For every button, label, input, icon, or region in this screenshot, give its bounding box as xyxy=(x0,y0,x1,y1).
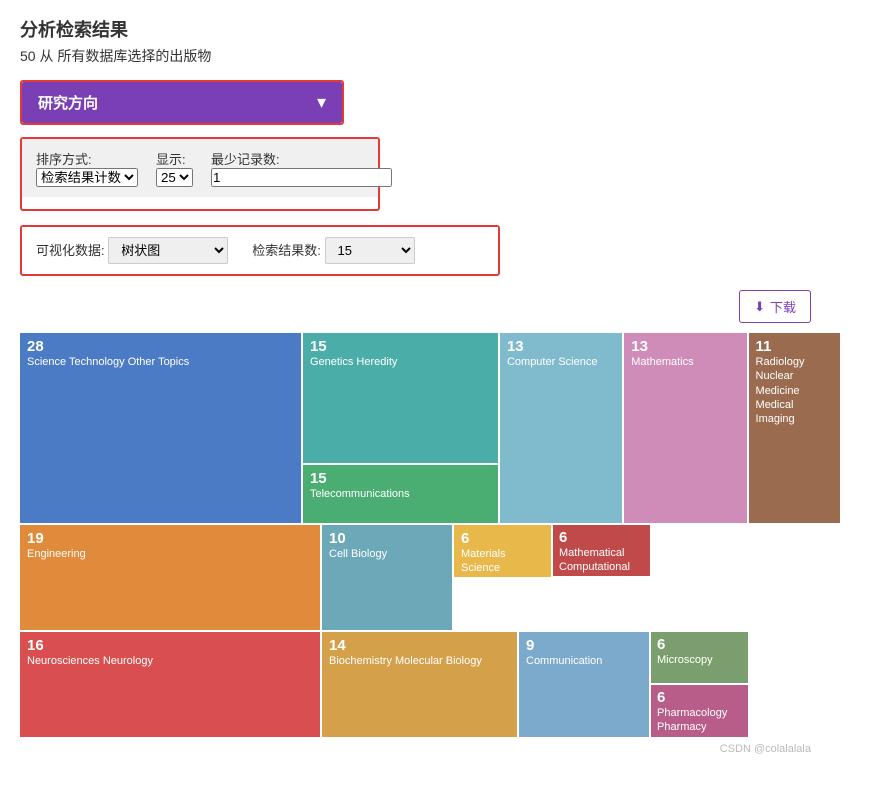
treemap-cell-radiology[interactable]: 11 Radiology Nuclear Medicine Medical Im… xyxy=(749,333,840,523)
treemap-row-2: 19 Engineering 10 Cell Biology 6 Materia… xyxy=(20,525,840,630)
viz-type-select[interactable]: 树状图条形图 xyxy=(108,237,228,264)
treemap-cell-engineering[interactable]: 19 Engineering xyxy=(20,525,320,630)
treemap: 28 Science Technology Other Topics 15 Ge… xyxy=(20,333,840,737)
treemap-cell-science-tech[interactable]: 28 Science Technology Other Topics xyxy=(20,333,301,523)
treemap-cell-materials[interactable]: 6 Materials Science xyxy=(454,525,551,577)
subtitle: 50 从 所有数据库选择的出版物 xyxy=(20,46,851,66)
display-label: 显示: xyxy=(156,152,186,167)
download-icon: ⬇ xyxy=(754,299,765,315)
treemap-cell-mathematics[interactable]: 13 Mathematics xyxy=(624,333,746,523)
watermark: CSDN @colalalala xyxy=(20,743,811,755)
viz-bar: 可视化数据: 树状图条形图 检索结果数: 15102550 xyxy=(22,227,498,274)
treemap-cell-computer-science[interactable]: 13 Computer Science xyxy=(500,333,622,523)
treemap-cell-neuro[interactable]: 16 Neurosciences Neurology xyxy=(20,632,320,737)
treemap-cell-biochem2[interactable]: 14 Biochemistry Molecular Biology xyxy=(322,632,517,737)
sort-field: 排序方式: 检索结果计数字母顺序 xyxy=(36,149,138,187)
page-wrapper: 分析检索结果 50 从 所有数据库选择的出版物 研究方向 ▾ 排序方式: 检索结… xyxy=(0,0,871,801)
results-label: 检索结果数: xyxy=(252,243,321,258)
treemap-cell-math-comp-bio[interactable]: 6 Mathematical Computational Biology xyxy=(553,525,650,576)
sort-bar-border: 排序方式: 检索结果计数字母顺序 显示: 251050 最少记录数: xyxy=(20,137,380,211)
download-label: 下载 xyxy=(770,297,796,316)
treemap-col-2: 15 Genetics Heredity 15 Telecommunicatio… xyxy=(303,333,498,523)
treemap-cell-microscopy[interactable]: 6 Microscopy xyxy=(651,632,748,683)
sort-bar: 排序方式: 检索结果计数字母顺序 显示: 251050 最少记录数: xyxy=(22,139,378,197)
chevron-down-icon: ▾ xyxy=(317,92,326,113)
treemap-row-3: 16 Neurosciences Neurology 14 Biochemist… xyxy=(20,632,840,737)
min-records-field: 最少记录数: xyxy=(211,149,392,187)
download-button[interactable]: ⬇ 下载 xyxy=(739,290,811,323)
treemap-row-1: 28 Science Technology Other Topics 15 Ge… xyxy=(20,333,840,523)
viz-type-field: 可视化数据: 树状图条形图 xyxy=(36,237,228,264)
treemap-cell-genetics[interactable]: 15 Genetics Heredity xyxy=(303,333,498,463)
viz-bar-border: 可视化数据: 树状图条形图 检索结果数: 15102550 xyxy=(20,225,500,276)
display-select[interactable]: 251050 xyxy=(156,168,193,187)
page-title: 分析检索结果 xyxy=(20,16,851,42)
display-field: 显示: 251050 xyxy=(156,149,193,187)
min-records-input[interactable] xyxy=(211,168,392,187)
treemap-cell-telecom[interactable]: 15 Telecommunications xyxy=(303,465,498,523)
treemap-cell-communication[interactable]: 9 Communication xyxy=(519,632,649,737)
viz-label: 可视化数据: xyxy=(36,243,105,258)
research-dropdown[interactable]: 研究方向 ▾ xyxy=(22,82,342,123)
research-dropdown-label: 研究方向 xyxy=(38,92,98,113)
results-count-select[interactable]: 15102550 xyxy=(325,237,415,264)
min-records-label: 最少记录数: xyxy=(211,152,280,167)
treemap-cell-pharmacology[interactable]: 6 Pharmacology Pharmacy xyxy=(651,685,748,737)
results-count-field: 检索结果数: 15102550 xyxy=(252,237,414,264)
sort-label: 排序方式: xyxy=(36,152,92,167)
sort-select[interactable]: 检索结果计数字母顺序 xyxy=(36,168,138,187)
research-dropdown-wrapper: 研究方向 ▾ xyxy=(20,80,344,125)
download-row: ⬇ 下载 xyxy=(20,290,811,323)
treemap-cell-cell-biology[interactable]: 10 Cell Biology xyxy=(322,525,452,630)
